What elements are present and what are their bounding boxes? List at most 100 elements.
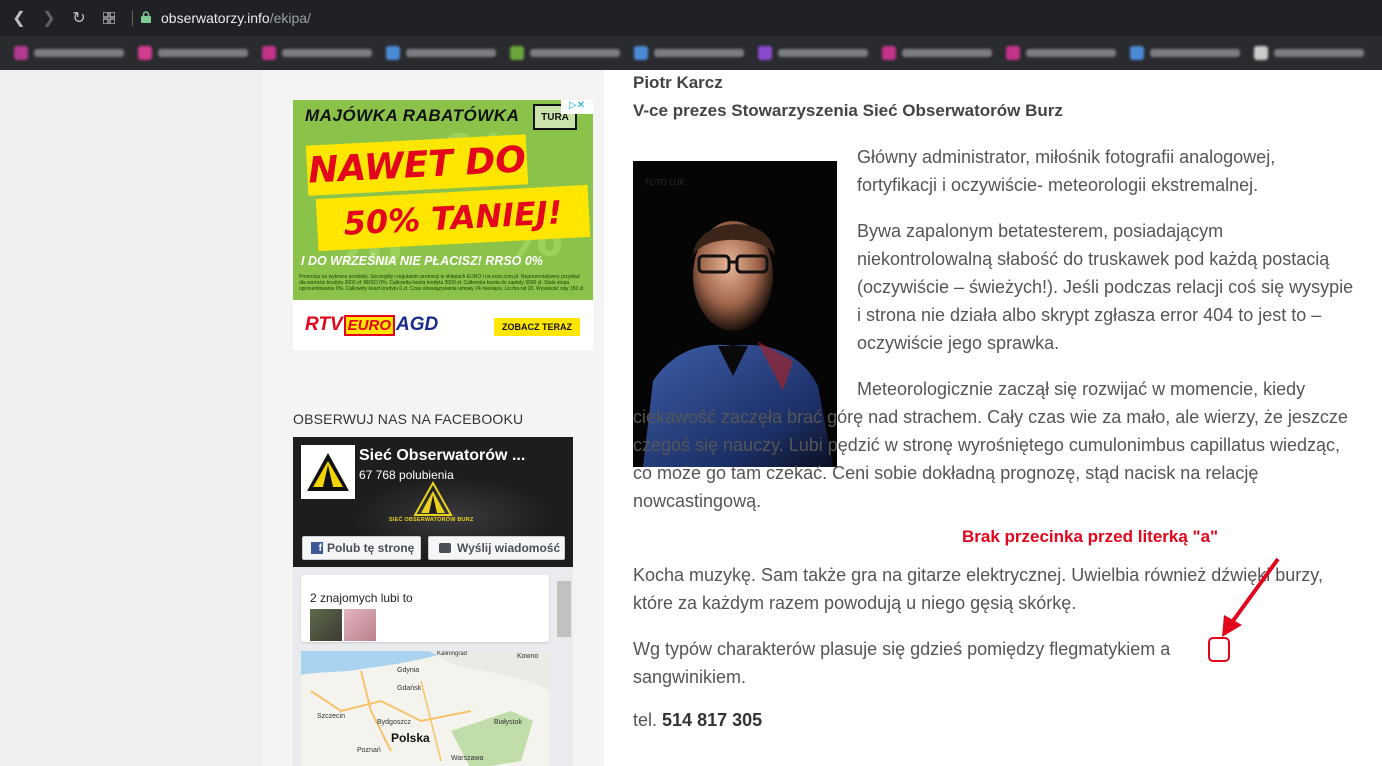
- map-background: [301, 651, 549, 766]
- bookmark-item[interactable]: [882, 46, 992, 60]
- bookmark-item[interactable]: [262, 46, 372, 60]
- map-label: Kaliningrad: [437, 651, 468, 657]
- bookmark-label: [530, 49, 620, 57]
- bookmark-item[interactable]: [758, 46, 868, 60]
- page-left-margin: [0, 70, 262, 766]
- ad-title: MAJÓWKA RABATÓWKA: [305, 106, 520, 125]
- annotation-highlight-box: [1208, 637, 1230, 662]
- store-logo-rtv: RTV: [305, 314, 343, 335]
- fb-feed[interactable]: 2 znajomych lubi to Gdynia Gdańsk Szczec…: [293, 567, 573, 766]
- fb-message-label: Wyślij wiadomość: [457, 541, 561, 555]
- ad-subline: I DO WRZEŚNIA NIE PŁACISZ! RRSO 0%: [301, 254, 543, 268]
- bio-paragraph-5: Wg typów charakterów plasuje się gdzieś …: [633, 639, 1171, 687]
- fb-friends-label: 2 znajomych lubi to: [310, 591, 413, 605]
- ad-banner[interactable]: % % % MAJÓWKA RABATÓWKA TURA ▷✕ NAWET DO…: [293, 100, 593, 350]
- bookmarks-bar: [0, 36, 1382, 70]
- bookmark-favicon-icon: [1006, 46, 1020, 60]
- bookmark-label: [778, 49, 868, 57]
- bookmark-favicon-icon: [1130, 46, 1144, 60]
- bookmark-favicon-icon: [14, 46, 28, 60]
- bookmark-label: [34, 49, 124, 57]
- bookmark-item[interactable]: [386, 46, 496, 60]
- ad-cta-button[interactable]: ZOBACZ TERAZ: [494, 318, 580, 336]
- fb-page-name[interactable]: Sieć Obserwatorów ...: [359, 447, 525, 465]
- map-label: Poznań: [357, 747, 381, 754]
- bookmark-item[interactable]: [1254, 46, 1364, 60]
- bio-paragraph-1: Główny administrator, miłośnik fotografi…: [857, 147, 1276, 195]
- bookmark-favicon-icon: [262, 46, 276, 60]
- map-label-country: Polska: [391, 731, 430, 745]
- person-role: V-ce prezes Stowarzyszenia Sieć Obserwat…: [633, 101, 1063, 120]
- fb-page-avatar[interactable]: [301, 445, 355, 499]
- map-label: Białystok: [494, 719, 523, 726]
- friend-avatar[interactable]: [310, 609, 342, 641]
- annotation-arrow-icon: [1222, 557, 1280, 637]
- bio-paragraph-3: Meteorologicznie zaczął się rozwijać w m…: [633, 379, 1348, 511]
- bio-paragraph-2: Bywa zapalonym betatesterem, posiadający…: [857, 221, 1354, 353]
- url-path: /ekipa/: [269, 10, 311, 26]
- facebook-icon: f: [311, 542, 323, 554]
- fb-page-likes: 67 768 polubienia: [359, 468, 454, 482]
- fb-friends-card: 2 znajomych lubi to: [301, 575, 549, 642]
- bookmark-label: [654, 49, 744, 57]
- bookmark-favicon-icon: [510, 46, 524, 60]
- bookmark-favicon-icon: [1254, 46, 1268, 60]
- fb-emblem-text: SIEĆ OBSERWATORÓW BURZ: [389, 517, 474, 523]
- ad-fine-print: Promocja na wybrane produkty. Szczegóły …: [299, 274, 585, 292]
- phone-number[interactable]: 514 817 305: [662, 710, 762, 730]
- friend-avatar[interactable]: [344, 609, 376, 641]
- annotation-label: Brak przecinka przed literką "a": [962, 527, 1219, 546]
- message-icon: [439, 543, 451, 553]
- apps-grid-icon[interactable]: [98, 7, 120, 29]
- fb-like-label: Polub tę stronę: [327, 541, 415, 555]
- map-label: Gdynia: [397, 667, 420, 674]
- bookmark-item[interactable]: [14, 46, 124, 60]
- ad-headline-1: NAWET DO: [307, 138, 527, 192]
- bookmark-item[interactable]: [510, 46, 620, 60]
- fb-location-map[interactable]: Gdynia Gdańsk Szczecin Bydgoszcz Białyst…: [301, 651, 549, 766]
- bookmark-favicon-icon: [138, 46, 152, 60]
- reload-icon[interactable]: ↻: [68, 7, 90, 29]
- map-label: Gdańsk: [397, 685, 422, 692]
- phone-label: tel.: [633, 710, 658, 730]
- map-label: Bydgoszcz: [377, 719, 411, 726]
- map-label: Kowno: [517, 653, 539, 660]
- bookmark-item[interactable]: [1006, 46, 1116, 60]
- ad-top-panel: % % % MAJÓWKA RABATÓWKA TURA ▷✕ NAWET DO…: [293, 100, 593, 300]
- svg-text:FOTO LUK: FOTO LUK: [645, 178, 686, 187]
- bookmark-label: [1026, 49, 1116, 57]
- bookmark-label: [1150, 49, 1240, 57]
- bookmark-label: [1274, 49, 1364, 57]
- bookmark-favicon-icon: [758, 46, 772, 60]
- bookmark-favicon-icon: [386, 46, 400, 60]
- bookmark-item[interactable]: [1130, 46, 1240, 60]
- fb-message-button[interactable]: Wyślij wiadomość: [428, 536, 565, 560]
- bookmark-label: [406, 49, 496, 57]
- bookmark-label: [158, 49, 248, 57]
- toolbar-separator: [132, 10, 133, 26]
- bookmark-item[interactable]: [138, 46, 248, 60]
- bookmark-label: [902, 49, 992, 57]
- url-domain: obserwatorzy.info: [161, 10, 270, 26]
- ad-headline-2: 50% TANIEJ!: [342, 193, 564, 243]
- fb-like-button[interactable]: f Polub tę stronę: [302, 536, 421, 560]
- forward-icon[interactable]: ❯: [38, 7, 60, 29]
- lock-icon[interactable]: [141, 10, 151, 26]
- address-bar[interactable]: obserwatorzy.info/ekipa/: [161, 10, 311, 26]
- store-logo-agd: AGD: [396, 314, 439, 335]
- ad-bottom-panel: RTV EURO AGD ZOBACZ TERAZ: [293, 300, 593, 350]
- browser-toolbar: ❮ ❯ ↻ obserwatorzy.info/ekipa/: [0, 0, 1382, 36]
- bookmark-label: [282, 49, 372, 57]
- facebook-section-heading: OBSERWUJ NAS NA FACEBOOKU: [293, 411, 524, 427]
- facebook-page-widget[interactable]: Sieć Obserwatorów ... 67 768 polubienia …: [293, 437, 573, 567]
- person-name: Piotr Karcz: [633, 73, 723, 92]
- back-icon[interactable]: ❮: [8, 7, 30, 29]
- adchoices-icon[interactable]: ▷✕: [561, 100, 593, 114]
- fb-feed-scrollbar[interactable]: [557, 581, 571, 637]
- bookmark-item[interactable]: [634, 46, 744, 60]
- map-label: Warszawa: [451, 755, 484, 762]
- store-logo: RTV EURO AGD: [305, 314, 438, 336]
- storm-logo-icon: [307, 453, 349, 491]
- store-logo-euro: EURO: [343, 314, 396, 336]
- bookmark-favicon-icon: [634, 46, 648, 60]
